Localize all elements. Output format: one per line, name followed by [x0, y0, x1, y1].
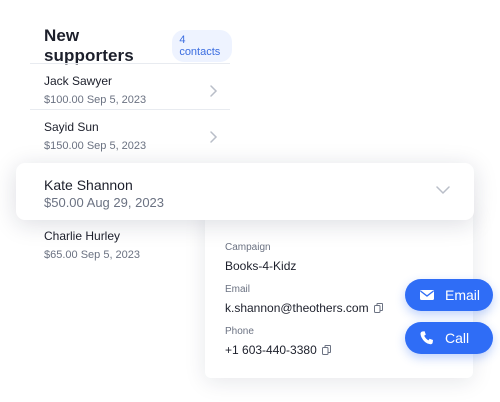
selected-contact-card[interactable]: Kate Shannon $50.00 Aug 29, 2023: [16, 163, 474, 220]
list-item-meta: $65.00 Sep 5, 2023: [44, 249, 141, 261]
phone-field: Phone +1 603-440-3380: [225, 326, 331, 357]
list-header: New supporters 4 contacts: [44, 26, 232, 66]
campaign-label: Campaign: [225, 242, 271, 253]
chevron-right-icon: [210, 131, 218, 143]
email-value: k.shannon@theothers.com: [225, 301, 383, 315]
divider: [30, 63, 230, 64]
copy-icon[interactable]: [373, 303, 383, 313]
email-text: k.shannon@theothers.com: [225, 301, 369, 315]
phone-icon: [420, 331, 433, 345]
phone-text: +1 603-440-3380: [225, 343, 317, 357]
list-item-charlie-hurley[interactable]: Charlie Hurley $65.00 Sep 5, 2023: [44, 229, 230, 261]
phone-value: +1 603-440-3380: [225, 343, 331, 357]
campaign-text: Books-4-Kidz: [225, 259, 297, 273]
list-item-name: Sayid Sun: [44, 120, 99, 134]
email-button[interactable]: Email: [405, 279, 493, 311]
email-button-label: Email: [445, 287, 481, 303]
call-button[interactable]: Call: [405, 322, 493, 354]
envelope-icon: [420, 290, 434, 300]
divider: [30, 109, 230, 110]
email-field: Email k.shannon@theothers.com: [225, 284, 383, 315]
list-title: New supporters: [44, 26, 134, 65]
selected-contact-name: Kate Shannon: [44, 177, 133, 193]
list-item-meta: $100.00 Sep 5, 2023: [44, 94, 147, 106]
campaign-value: Books-4-Kidz: [225, 259, 296, 273]
chevron-right-icon: [210, 85, 218, 97]
selected-contact-meta: $50.00 Aug 29, 2023: [44, 195, 165, 210]
list-item-meta: $150.00 Sep 5, 2023: [44, 140, 147, 152]
email-label: Email: [225, 284, 251, 295]
chevron-down-icon[interactable]: [436, 185, 450, 195]
list-item-name: Jack Sawyer: [44, 74, 113, 88]
call-button-label: Call: [445, 330, 470, 346]
contacts-count-badge: 4 contacts: [172, 30, 232, 62]
list-item-jack-sawyer[interactable]: Jack Sawyer $100.00 Sep 5, 2023: [44, 74, 230, 106]
campaign-field: Campaign Books-4-Kidz: [225, 242, 296, 273]
phone-label: Phone: [225, 326, 254, 337]
list-item-name: Charlie Hurley: [44, 229, 121, 243]
list-item-sayid-sun[interactable]: Sayid Sun $150.00 Sep 5, 2023: [44, 120, 230, 152]
copy-icon[interactable]: [321, 345, 331, 355]
